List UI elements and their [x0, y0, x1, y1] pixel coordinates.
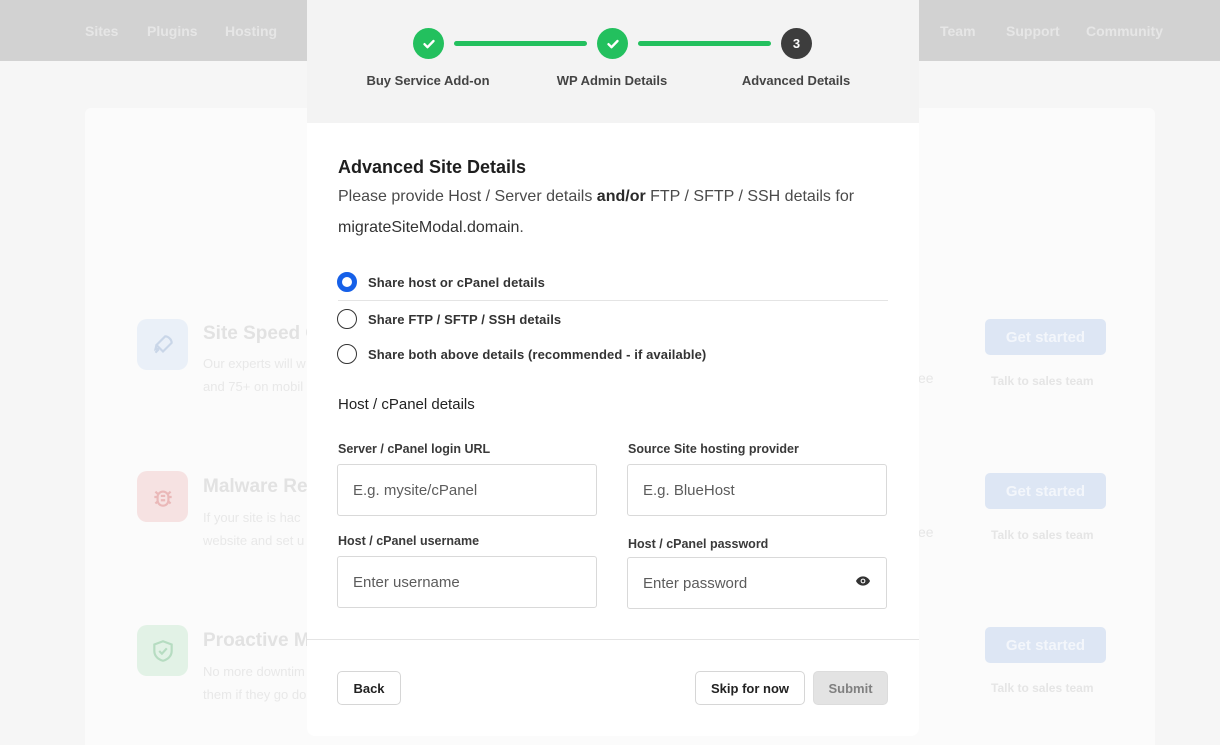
- option-share-ftp[interactable]: Share FTP / SFTP / SSH details: [337, 309, 561, 329]
- intro-text: Please provide Host / Server details and…: [338, 188, 855, 205]
- back-button[interactable]: Back: [337, 671, 401, 705]
- login-url-input[interactable]: [337, 464, 597, 516]
- step-connector: [454, 41, 587, 46]
- nav-support[interactable]: Support: [1006, 23, 1060, 39]
- talk-to-sales-link[interactable]: Talk to sales team: [991, 681, 1094, 695]
- service-description: If your site is hac: [203, 510, 301, 525]
- submit-button[interactable]: Submit: [813, 671, 888, 705]
- bug-icon: [137, 471, 188, 522]
- talk-to-sales-link[interactable]: Talk to sales team: [991, 374, 1094, 388]
- host-section-title: Host / cPanel details: [338, 396, 475, 413]
- service-description: and 75+ on mobil: [203, 379, 304, 394]
- talk-to-sales-link[interactable]: Talk to sales team: [991, 528, 1094, 542]
- step-2-complete-icon: [597, 28, 628, 59]
- shield-check-icon: [137, 625, 188, 676]
- hosting-provider-label: Source Site hosting provider: [628, 442, 799, 456]
- step-1-complete-icon: [413, 28, 444, 59]
- modal-title: Advanced Site Details: [338, 157, 527, 177]
- footer-divider: [307, 639, 919, 640]
- nav-hosting[interactable]: Hosting: [225, 23, 277, 39]
- password-input[interactable]: [627, 557, 887, 609]
- service-description: them if they go do: [203, 687, 307, 702]
- password-label: Host / cPanel password: [628, 537, 769, 551]
- hosting-provider-input[interactable]: [627, 464, 887, 516]
- service-description: No more downtim: [203, 664, 305, 679]
- step-connector: [638, 41, 771, 46]
- site-domain: migrateSiteModal.domain.: [338, 219, 524, 236]
- username-label: Host / cPanel username: [338, 534, 480, 548]
- skip-for-now-button[interactable]: Skip for now: [695, 671, 805, 705]
- migrate-site-modal: 3 Buy Service Add-on WP Admin Details Ad…: [307, 0, 919, 736]
- step-label: Advanced Details: [741, 73, 851, 88]
- radio-button[interactable]: [337, 344, 357, 364]
- login-url-label: Server / cPanel login URL: [338, 442, 491, 456]
- nav-community[interactable]: Community: [1086, 23, 1163, 39]
- service-detail: ee: [918, 524, 934, 540]
- service-description: website and set u: [203, 533, 305, 548]
- username-input[interactable]: [337, 556, 597, 608]
- service-detail: ee: [918, 370, 934, 386]
- step-label: Buy Service Add-on: [366, 73, 490, 88]
- step-label: WP Admin Details: [556, 73, 668, 88]
- step-3-current: 3: [781, 28, 812, 59]
- option-share-both[interactable]: Share both above details (recommended - …: [337, 344, 706, 364]
- service-title: Proactive Mo: [203, 630, 322, 651]
- nav-sites[interactable]: Sites: [85, 23, 118, 39]
- rocket-icon: [137, 319, 188, 370]
- show-password-eye-icon[interactable]: [855, 573, 871, 589]
- get-started-button[interactable]: Get started: [985, 319, 1106, 355]
- nav-team[interactable]: Team: [940, 23, 976, 39]
- service-title: Site Speed O: [203, 323, 321, 344]
- nav-plugins[interactable]: Plugins: [147, 23, 198, 39]
- option-share-host[interactable]: Share host or cPanel details: [337, 272, 545, 292]
- service-description: Our experts will w: [203, 356, 306, 371]
- stepper: 3 Buy Service Add-on WP Admin Details Ad…: [307, 0, 919, 123]
- radio-button[interactable]: [337, 309, 357, 329]
- divider: [338, 300, 888, 301]
- get-started-button[interactable]: Get started: [985, 627, 1106, 663]
- radio-button-selected[interactable]: [337, 272, 357, 292]
- get-started-button[interactable]: Get started: [985, 473, 1106, 509]
